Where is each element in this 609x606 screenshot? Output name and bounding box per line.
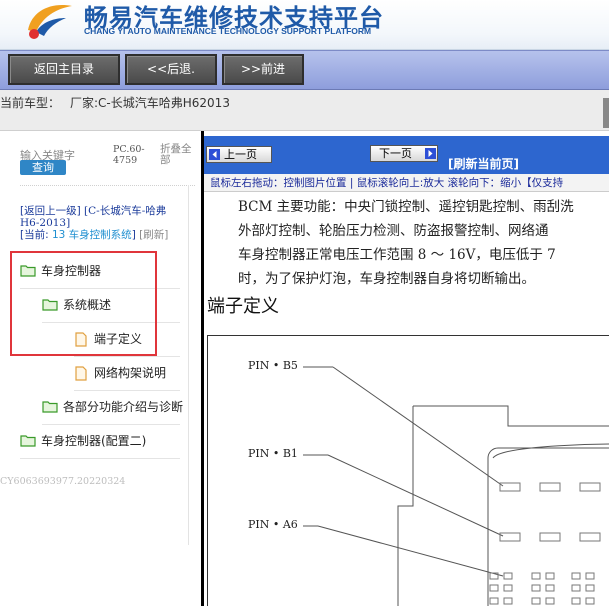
vehicle-value: 厂家:C-长城汽车哈弗H62013 (70, 96, 230, 110)
query-button[interactable]: 查询 (20, 160, 66, 175)
prev-page-button[interactable]: 上一页 (206, 146, 272, 163)
connector-drawing (303, 366, 609, 606)
breadcrumb-current[interactable]: 13 车身控制系统 (49, 229, 132, 241)
pc-version: PC.60-4759 (113, 144, 145, 166)
watermark: CY6063693977.20220324 (0, 476, 126, 487)
vehicle-label: 当前车型： (0, 96, 61, 110)
document-text-line: BCM 主要功能：中央门锁控制、遥控钥匙控制、雨刮洗 (238, 199, 574, 215)
home-button[interactable]: 返回主目录 (8, 54, 120, 85)
forward-button[interactable]: >>前进 (222, 54, 304, 85)
tree-item-body-controller-config2[interactable]: 车身控制器(配置二) (20, 431, 180, 451)
folder-icon (20, 435, 36, 447)
pin-label: PIN • B5 (248, 359, 298, 372)
pin-label: PIN • A6 (248, 518, 298, 531)
collapse-all-link[interactable]: 折叠全部 (160, 144, 198, 166)
breadcrumb-current-suffix: ] (131, 229, 136, 241)
divider (42, 424, 180, 425)
tree-item-function-diagnosis[interactable]: 各部分功能介绍与诊断 (42, 397, 198, 417)
next-page-label: 下一页 (379, 147, 412, 160)
pin-label: PIN • B1 (248, 447, 298, 460)
connector-diagram: PIN • B5 PIN • B1 PIN • A6 (207, 335, 609, 606)
arrow-right-icon (425, 148, 436, 159)
tree-item-network-architecture[interactable]: 网络构架说明 (74, 363, 194, 383)
document-view[interactable]: BCM 主要功能：中央门锁控制、遥控钥匙控制、雨刮洗 外部灯控制、轮胎压力检测、… (204, 192, 609, 606)
tree-item-label: 各部分功能介绍与诊断 (63, 400, 184, 414)
content-toolbar: 上一页 下一页 [刷新当前页] (204, 136, 609, 174)
vehicle-bar: 当前车型： 厂家:C-长城汽车哈弗H62013 (0, 90, 609, 131)
content-panel: 上一页 下一页 [刷新当前页] 鼠标左右拖动：控制图片位置 | 鼠标滚轮向上:放… (201, 131, 609, 606)
hint-bar: 鼠标左右拖动：控制图片位置 | 鼠标滚轮向上:放大 滚轮向下：缩小【仅支持 (204, 174, 609, 192)
divider (20, 185, 195, 186)
sidebar: 输入关键字 查询 PC.60-4759 折叠全部 [返回上一级] [C-长城汽车… (0, 131, 201, 606)
refresh-page-link[interactable]: [刷新当前页] (448, 155, 519, 172)
back-button[interactable]: <<后退. (125, 54, 217, 85)
breadcrumb: [返回上一级] [C-长城汽车-哈弗H6-2013] [当前: 13 车身控制系… (20, 205, 180, 241)
arrow-left-icon (209, 149, 220, 160)
document-text-line: 时，为了保护灯泡，车身控制器自身将切断输出。 (238, 271, 535, 287)
prev-page-label: 上一页 (224, 148, 257, 161)
site-header: 畅易汽车维修技术支持平台 CHANG YI AUTO MAINTENANCE T… (0, 0, 609, 50)
breadcrumb-back-link[interactable]: [返回上一级] (20, 205, 81, 217)
next-page-button[interactable]: 下一页 (370, 145, 438, 162)
divider (20, 458, 180, 459)
tree-item-label: 车身控制器(配置二) (41, 434, 147, 448)
folder-icon (42, 401, 58, 413)
document-icon (75, 366, 87, 381)
section-title: 端子定义 (207, 296, 279, 317)
highlight-box (10, 251, 157, 356)
logo-icon (28, 5, 72, 39)
site-subtitle: CHANG YI AUTO MAINTENANCE TECHNOLOGY SUP… (84, 26, 372, 36)
divider (74, 390, 180, 391)
breadcrumb-refresh-link[interactable]: [刷新] (139, 229, 168, 241)
document-text-line: 车身控制器正常电压工作范围 8 ～ 16V，电压低于 7 (238, 247, 556, 263)
nav-bar: 返回主目录 <<后退. >>前进 (0, 50, 609, 90)
breadcrumb-current-prefix: [当前: (20, 229, 49, 241)
tree-item-label: 网络构架说明 (94, 366, 167, 380)
scroll-handle[interactable] (603, 98, 609, 128)
document-text-line: 外部灯控制、轮胎压力检测、防盗报警控制、网络通 (238, 223, 549, 239)
divider (74, 356, 180, 357)
